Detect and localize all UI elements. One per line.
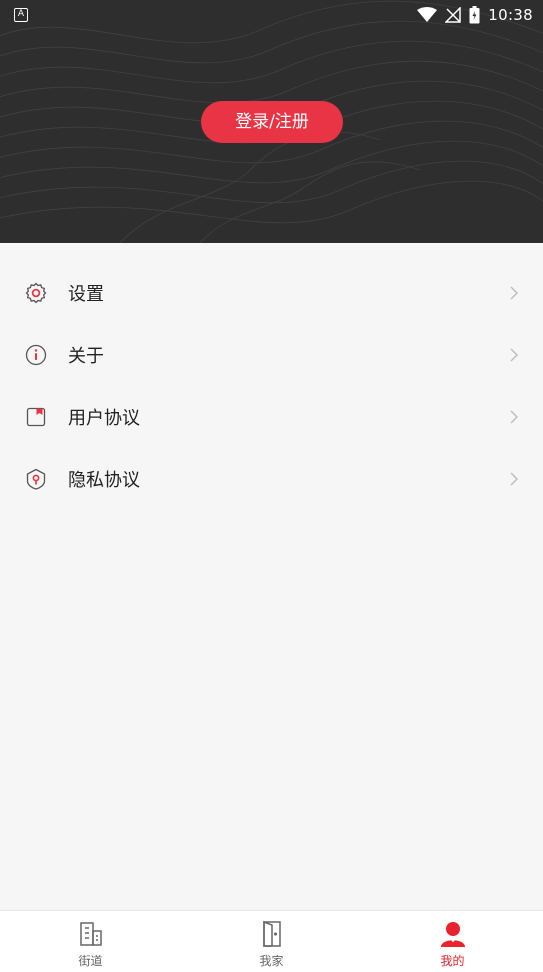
profile-header: A 10:38 登录/注册 [0,0,543,243]
app-notification-icon: A [14,8,28,22]
chevron-right-icon [510,472,518,486]
menu-item-settings[interactable]: 设置 [0,262,543,324]
bottom-tab-bar: 街道 我家 我的 [0,910,543,972]
chevron-right-icon [510,348,518,362]
tab-label: 我的 [440,954,465,968]
chevron-right-icon [510,410,518,424]
menu-item-about[interactable]: 关于 [0,324,543,386]
login-register-button[interactable]: 登录/注册 [201,101,343,143]
user-icon [440,922,465,947]
tab-mine[interactable]: 我的 [362,911,543,972]
gear-icon [25,282,47,304]
battery-icon [469,6,480,24]
door-icon [262,920,281,947]
wifi-icon [417,7,438,22]
building-icon [79,922,102,946]
status-time: 10:38 [488,6,533,24]
tab-label: 我家 [259,954,284,968]
no-signal-icon [445,7,462,23]
menu-item-user-agreement[interactable]: 用户协议 [0,386,543,448]
profile-screen: A 10:38 登录/注册 设置 关于 用户协议 隐私协议 街道 我家 我的 [0,0,543,972]
menu-item-privacy-agreement[interactable]: 隐私协议 [0,448,543,510]
shield-lock-icon [26,468,46,490]
tab-my-home[interactable]: 我家 [181,911,362,972]
menu-item-label: 设置 [68,284,104,305]
document-icon [26,407,46,427]
tab-label: 街道 [78,954,103,968]
settings-menu: 设置 关于 用户协议 隐私协议 [0,262,543,510]
status-bar: A 10:38 [0,0,543,30]
info-icon [25,344,47,366]
tab-street[interactable]: 街道 [0,911,181,972]
menu-item-label: 关于 [68,346,104,367]
menu-item-label: 隐私协议 [68,470,140,491]
menu-item-label: 用户协议 [68,408,140,429]
chevron-right-icon [510,286,518,300]
